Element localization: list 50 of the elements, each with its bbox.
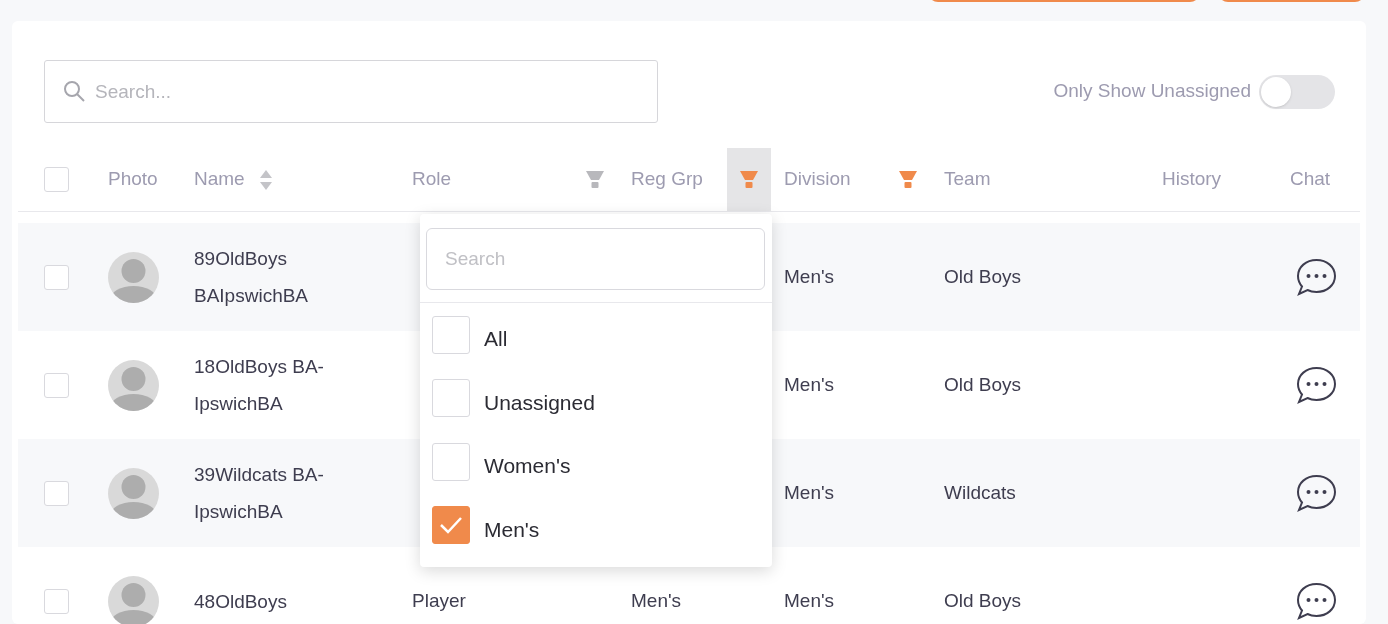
table-cell: Player bbox=[412, 589, 466, 611]
toggle-switch[interactable] bbox=[1259, 74, 1335, 109]
table-cell: Old Boys bbox=[944, 373, 1022, 395]
chat-icon[interactable] bbox=[1296, 365, 1337, 405]
avatar-icon bbox=[108, 251, 159, 303]
player-name: 18OldBoys BA-IpswichBA bbox=[194, 355, 325, 416]
avatar-icon bbox=[108, 467, 159, 519]
player-name: 48OldBoys bbox=[194, 589, 288, 614]
table-cell: Men's bbox=[784, 373, 835, 395]
sort-icon[interactable] bbox=[258, 168, 273, 191]
option-label[interactable]: Unassigned bbox=[484, 386, 595, 418]
avatar-icon bbox=[108, 359, 159, 411]
toggle-label: Only Show Unassigned bbox=[1053, 79, 1251, 104]
column-header: Photo bbox=[108, 167, 158, 192]
table-cell: Old Boys bbox=[944, 589, 1022, 611]
checkbox[interactable] bbox=[432, 506, 470, 545]
chat-icon[interactable] bbox=[1296, 257, 1337, 297]
column-header: Team bbox=[944, 167, 991, 192]
checkbox[interactable] bbox=[432, 379, 470, 418]
search-icon bbox=[62, 79, 86, 103]
search-field[interactable]: Search... bbox=[44, 60, 658, 123]
player-name: 89OldBoys BAIpswichBA bbox=[194, 247, 310, 308]
checkbox[interactable] bbox=[44, 588, 69, 614]
table-cell: Men's bbox=[631, 589, 682, 611]
option-label[interactable]: All bbox=[484, 323, 508, 355]
checkbox[interactable] bbox=[44, 167, 69, 192]
filter-button[interactable] bbox=[727, 148, 771, 211]
option-label[interactable]: Men's bbox=[484, 513, 540, 545]
option-label[interactable]: Women's bbox=[484, 450, 571, 482]
player-name: 39Wildcats BA-IpswichBA bbox=[194, 463, 325, 524]
column-header: History bbox=[1162, 167, 1222, 192]
column-header: Chat bbox=[1290, 167, 1331, 192]
chat-icon[interactable] bbox=[1296, 581, 1337, 621]
table-cell: Men's bbox=[784, 589, 835, 611]
checkbox[interactable] bbox=[432, 442, 470, 481]
funnel-icon bbox=[740, 171, 758, 188]
checkbox[interactable] bbox=[44, 264, 69, 290]
checkmark-icon bbox=[438, 515, 464, 536]
checkbox[interactable] bbox=[432, 315, 470, 354]
funnel-icon bbox=[586, 171, 604, 188]
chat-icon[interactable] bbox=[1296, 473, 1337, 513]
funnel-icon bbox=[899, 171, 917, 188]
filter-search-field[interactable]: Search bbox=[426, 228, 765, 290]
table-cell: Old Boys bbox=[944, 265, 1022, 287]
checkbox[interactable] bbox=[44, 480, 69, 506]
table-cell: Men's bbox=[784, 265, 835, 287]
avatar-icon bbox=[108, 575, 159, 624]
table-cell: Men's bbox=[784, 481, 835, 503]
checkbox[interactable] bbox=[44, 372, 69, 398]
table-cell: Wildcats bbox=[944, 481, 1016, 503]
